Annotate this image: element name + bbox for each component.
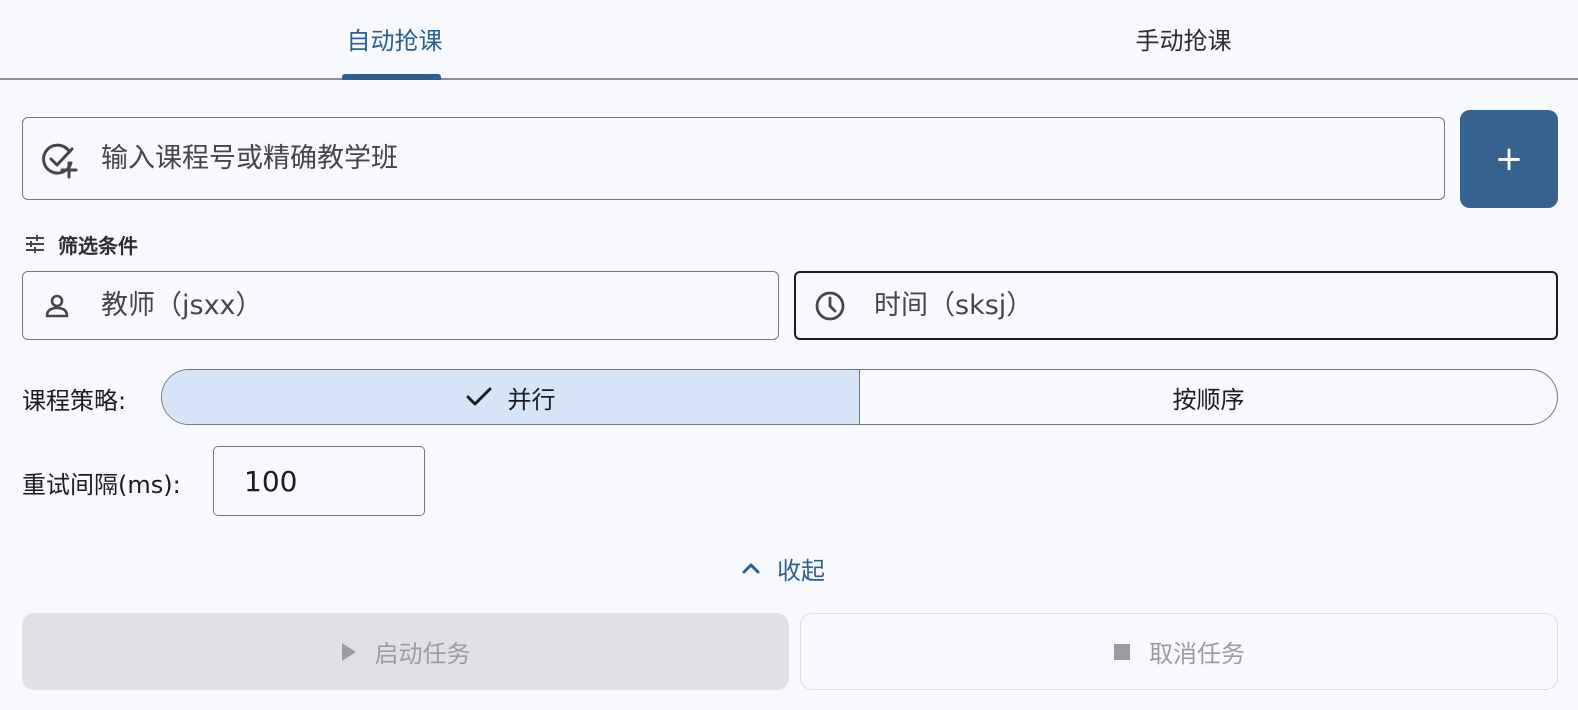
strategy-segmented-control: 并行 按顺序: [161, 369, 1558, 425]
stop-icon: [1113, 643, 1131, 661]
strategy-option-parallel-label: 并行: [507, 385, 556, 414]
add-course-button[interactable]: +: [1460, 110, 1558, 208]
play-icon: [341, 642, 357, 662]
chevron-up-icon: [741, 561, 761, 575]
teacher-input[interactable]: [99, 289, 703, 322]
tune-icon: [24, 233, 46, 255]
strategy-option-sequential[interactable]: 按顺序: [860, 370, 1557, 424]
start-task-label: 启动任务: [374, 640, 471, 668]
cancel-task-label: 取消任务: [1149, 640, 1245, 668]
tab-auto-grab[interactable]: 自动抢课: [0, 0, 789, 78]
strategy-option-sequential-label: 按顺序: [1172, 385, 1245, 414]
tab-manual-grab[interactable]: 手动抢课: [789, 0, 1578, 78]
add-button-label: +: [1494, 139, 1524, 179]
clock-icon: [813, 289, 847, 323]
filter-title: 筛选条件: [58, 233, 138, 258]
check-icon: [466, 386, 492, 408]
retry-interval-input[interactable]: [242, 463, 406, 499]
collapse-button[interactable]: 收起: [741, 548, 825, 588]
cancel-task-button[interactable]: 取消任务: [800, 613, 1558, 690]
time-input[interactable]: [872, 289, 1476, 322]
retry-interval-field[interactable]: [213, 446, 425, 516]
filter-header: 筛选条件: [24, 230, 138, 258]
tab-auto-grab-label: 自动抢课: [346, 26, 443, 55]
strategy-option-parallel[interactable]: 并行: [162, 370, 860, 424]
tab-bar: 自动抢课 手动抢课: [0, 0, 1578, 80]
teacher-field[interactable]: [22, 271, 779, 340]
course-input[interactable]: [99, 142, 1403, 175]
strategy-label: 课程策略:: [22, 387, 127, 415]
add-task-icon: [39, 139, 79, 179]
time-field[interactable]: [794, 271, 1558, 340]
course-input-field[interactable]: [22, 117, 1445, 200]
collapse-label: 收起: [777, 556, 825, 585]
tab-manual-grab-label: 手动抢课: [1135, 26, 1232, 55]
retry-interval-label: 重试间隔(ms):: [22, 471, 181, 499]
start-task-button[interactable]: 启动任务: [22, 613, 789, 690]
person-icon: [40, 289, 74, 323]
tab-active-indicator: [342, 74, 441, 80]
